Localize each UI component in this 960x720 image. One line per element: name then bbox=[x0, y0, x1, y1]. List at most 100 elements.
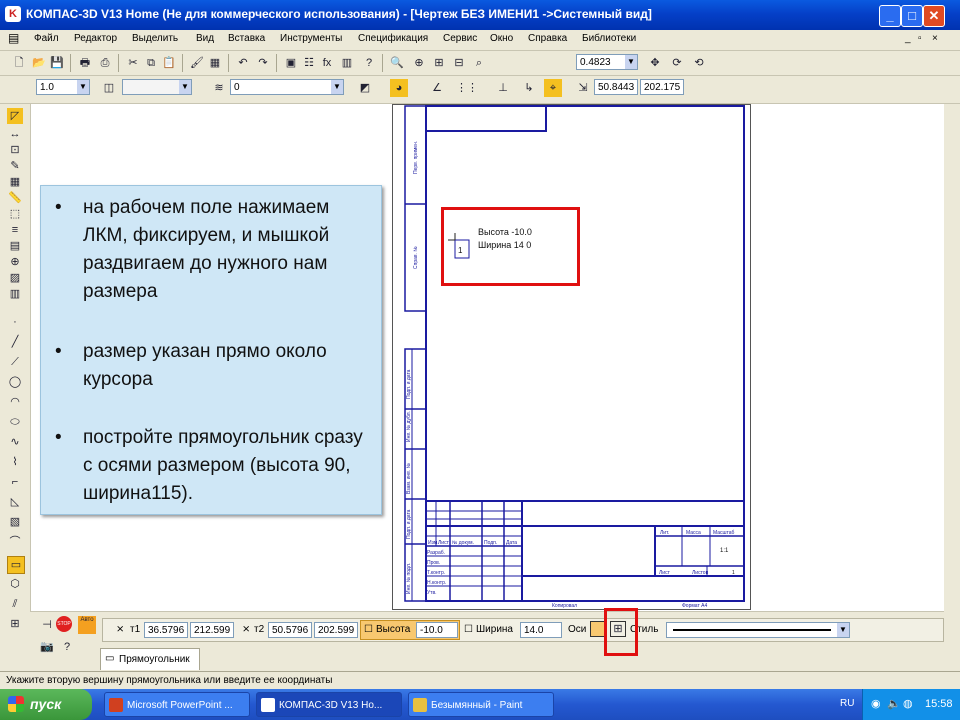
geometry-tab-icon[interactable]: ◸ bbox=[7, 108, 23, 124]
menu-tools[interactable]: Инструменты bbox=[280, 33, 342, 44]
params-tab-icon[interactable]: ▦ bbox=[7, 174, 23, 190]
spline-tool-icon[interactable]: ∿ bbox=[7, 434, 23, 450]
doc-icon[interactable]: ▤ bbox=[8, 31, 19, 45]
t2-y-field[interactable]: 202.599 bbox=[314, 622, 358, 638]
doc-minimize-icon[interactable]: _ bbox=[905, 33, 911, 44]
print-icon[interactable]: ⎙ bbox=[96, 54, 114, 72]
angle-icon[interactable]: ∠ bbox=[428, 79, 446, 97]
cursor-y-field[interactable]: 202.175 bbox=[640, 79, 684, 95]
minimize-button[interactable]: _ bbox=[879, 5, 901, 27]
point-tool-icon[interactable]: · bbox=[7, 314, 23, 330]
edit-tab-icon[interactable]: ✎ bbox=[7, 158, 23, 174]
snap-icon[interactable]: ⌖ bbox=[544, 79, 562, 97]
pin-icon[interactable]: ⊣ bbox=[38, 616, 56, 634]
redraw-icon[interactable]: ⟲ bbox=[690, 54, 708, 72]
zoom-window-icon[interactable]: 🔍 bbox=[388, 54, 406, 72]
title-bar[interactable]: K КОМПАС-3D V13 Home (Не для коммерческо… bbox=[0, 0, 960, 30]
ellipse-tool-icon[interactable]: ⬭ bbox=[7, 414, 23, 430]
menu-file[interactable]: Файл bbox=[34, 33, 59, 44]
undo-icon[interactable]: ↶ bbox=[234, 54, 252, 72]
symbols-tab-icon[interactable]: ⊡ bbox=[7, 142, 23, 158]
fillet-tool-icon[interactable]: ⌐ bbox=[7, 474, 23, 490]
doc-restore-icon[interactable]: ▫ bbox=[918, 33, 922, 44]
cut-icon[interactable]: ✂ bbox=[124, 54, 142, 72]
ortho-icon[interactable]: ⊥ bbox=[494, 79, 512, 97]
cursor-x-field[interactable]: 50.8443 bbox=[594, 79, 638, 95]
t1-x-field[interactable]: 36.5796 bbox=[144, 622, 188, 638]
cursor-coords-icon[interactable]: ⇲ bbox=[574, 79, 592, 97]
lib-tab-icon[interactable]: ▥ bbox=[7, 286, 23, 302]
start-button[interactable]: пуск bbox=[0, 689, 92, 720]
rectangle-tool-icon[interactable]: ▭ bbox=[7, 556, 25, 574]
menu-libraries[interactable]: Библиотеки bbox=[582, 33, 636, 44]
help-icon[interactable]: ? bbox=[58, 638, 76, 656]
paste-icon[interactable]: 📋 bbox=[160, 54, 178, 72]
zoom-dynamic-icon[interactable]: ⊕ bbox=[410, 54, 428, 72]
task-powerpoint[interactable]: Microsoft PowerPoint ... bbox=[104, 692, 250, 717]
frag-tab-icon[interactable]: ▨ bbox=[7, 270, 23, 286]
menu-specification[interactable]: Спецификация bbox=[358, 33, 428, 44]
library-icon[interactable]: ▥ bbox=[338, 54, 356, 72]
layer-icon[interactable]: ≋ bbox=[210, 79, 228, 97]
measure-tab-icon[interactable]: 📏 bbox=[7, 190, 23, 206]
menu-select[interactable]: Выделить bbox=[132, 33, 178, 44]
width-checkbox[interactable]: ☐ bbox=[464, 624, 473, 635]
menu-edit[interactable]: Редактор bbox=[74, 33, 117, 44]
task-kompas[interactable]: КОМПАС-3D V13 Ho... bbox=[256, 692, 402, 717]
language-indicator[interactable]: RU bbox=[840, 698, 854, 709]
format-brush-icon[interactable]: 🖌 bbox=[188, 54, 206, 72]
circle-tool-icon[interactable]: ◯ bbox=[7, 374, 23, 390]
tree-icon[interactable]: ☷ bbox=[300, 54, 318, 72]
collection-tool-icon[interactable]: ⊞ bbox=[7, 616, 23, 632]
tray-icon-1[interactable]: ◉ bbox=[871, 697, 881, 710]
variables-icon[interactable]: fx bbox=[318, 54, 336, 72]
pan-icon[interactable]: ✥ bbox=[646, 54, 664, 72]
open-file-icon[interactable]: 📂 bbox=[30, 54, 48, 72]
equidistant-tool-icon[interactable]: ⫽ bbox=[7, 596, 23, 612]
save-icon[interactable]: 💾 bbox=[48, 54, 66, 72]
clock[interactable]: 15:58 bbox=[925, 698, 953, 710]
chamfer-tool-icon[interactable]: ◺ bbox=[7, 494, 23, 510]
new-file-icon[interactable]: 🗋 bbox=[10, 54, 28, 72]
t2-x-field[interactable]: 50.5796 bbox=[268, 622, 312, 638]
doc-close-icon[interactable]: × bbox=[932, 33, 938, 44]
help-pointer-icon[interactable]: ? bbox=[360, 54, 378, 72]
menu-window[interactable]: Окно bbox=[490, 33, 513, 44]
print-preview-icon[interactable]: 🖶 bbox=[76, 54, 94, 72]
layer-props-icon[interactable]: ◩ bbox=[356, 79, 374, 97]
menu-help[interactable]: Справка bbox=[528, 33, 567, 44]
view-state-icon[interactable]: ◫ bbox=[100, 79, 118, 97]
spec-tab-icon[interactable]: ≡ bbox=[7, 222, 23, 238]
line-style-select[interactable]: ▼ bbox=[666, 622, 850, 638]
zoom-field[interactable]: 0.4823 ▼ bbox=[576, 54, 638, 70]
tray-icon-3[interactable]: ◍ bbox=[903, 697, 913, 710]
maximize-button[interactable]: □ bbox=[901, 5, 923, 27]
camera-icon[interactable]: 📷 bbox=[38, 638, 56, 656]
tab-rectangle[interactable]: ▭ Прямоугольник bbox=[100, 648, 200, 670]
reports-tab-icon[interactable]: ▤ bbox=[7, 238, 23, 254]
manager-icon[interactable]: ▣ bbox=[282, 54, 300, 72]
hatch-tool-icon[interactable]: ▧ bbox=[7, 514, 23, 530]
select-tab-icon[interactable]: ⬚ bbox=[7, 206, 23, 222]
color-icon[interactable]: ◕ bbox=[390, 79, 408, 97]
view-field[interactable]: ▼ bbox=[122, 79, 192, 95]
stop-button[interactable]: STOP bbox=[56, 616, 72, 632]
auto-create-button[interactable]: Авто bbox=[78, 616, 96, 634]
close-button[interactable]: ✕ bbox=[923, 5, 945, 27]
copy-icon[interactable]: ⧉ bbox=[142, 54, 160, 72]
task-paint[interactable]: Безымянный - Paint bbox=[408, 692, 554, 717]
local-cs-icon[interactable]: ↳ bbox=[520, 79, 538, 97]
polyline-tool-icon[interactable]: ⌇ bbox=[7, 454, 23, 470]
menu-service[interactable]: Сервис bbox=[443, 33, 477, 44]
width-field[interactable]: 14.0 bbox=[520, 622, 562, 638]
insert-tab-icon[interactable]: ⊕ bbox=[7, 254, 23, 270]
layer-field[interactable]: 0 ▼ bbox=[230, 79, 344, 95]
aux-line-tool-icon[interactable]: ╱ bbox=[7, 334, 23, 350]
redo-icon[interactable]: ↷ bbox=[254, 54, 272, 72]
volume-icon[interactable]: 🔈 bbox=[887, 697, 901, 710]
dimensions-tab-icon[interactable]: ↔ bbox=[7, 126, 23, 142]
zoom-scale-icon[interactable]: ⌕ bbox=[470, 54, 488, 72]
line-scale-field[interactable]: 1.0 ▼ bbox=[36, 79, 90, 95]
arc-tool-icon[interactable]: ◠ bbox=[7, 394, 23, 410]
menu-view[interactable]: Вид bbox=[196, 33, 214, 44]
